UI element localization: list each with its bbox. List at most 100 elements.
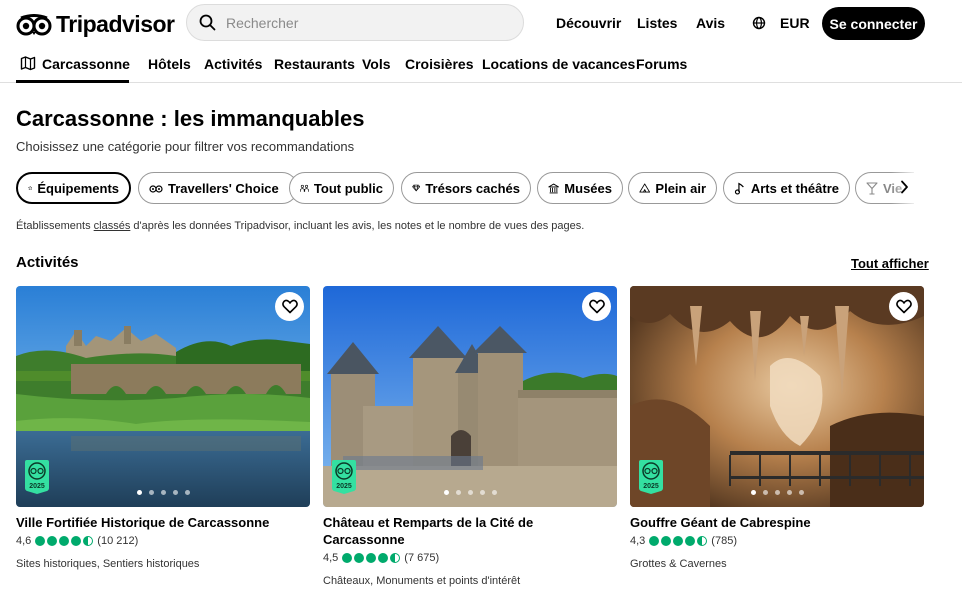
carousel-dot[interactable] (774, 490, 780, 495)
chip-plein-air[interactable]: Plein air (628, 172, 717, 204)
page-subtitle: Choisissez une catégorie pour filtrer vo… (16, 139, 355, 154)
attraction-card[interactable]: 2025 Gouffre Géant de Cabrespine 4,3 (78… (630, 286, 924, 570)
carousel-dot[interactable] (479, 490, 485, 495)
save-button[interactable] (275, 292, 304, 321)
card-photo[interactable]: 2025 (323, 286, 617, 507)
card-category: Châteaux, Monuments et points d'intérêt (323, 575, 521, 587)
chip-label: Plein air (655, 180, 706, 196)
nav-avis[interactable]: Avis (696, 15, 725, 31)
save-button[interactable] (582, 292, 611, 321)
review-count: (7 675) (404, 552, 440, 564)
carousel-dot[interactable] (184, 490, 190, 495)
signin-button[interactable]: Se connecter (822, 7, 925, 40)
chip-label: Arts et théâtre (750, 180, 839, 196)
carousel-dot[interactable] (443, 490, 449, 495)
chip-label: Travellers' Choice (168, 180, 279, 196)
carousel-dot[interactable] (750, 490, 756, 495)
save-button[interactable] (889, 292, 918, 321)
rating-score: 4,5 (323, 552, 339, 564)
owl-icon (149, 185, 163, 193)
section-title: Activités (16, 254, 79, 271)
svg-text:2025: 2025 (29, 483, 45, 490)
rating-score: 4,6 (16, 535, 32, 547)
carousel-dot[interactable] (148, 490, 154, 495)
tripadvisor-logo[interactable]: Tripadvisor (16, 11, 175, 38)
top-bar: Tripadvisor Découvrir Listes Avis EUR Se… (0, 0, 962, 44)
globe-icon[interactable] (752, 16, 766, 30)
card-category: Grottes & Cavernes (630, 558, 727, 570)
card-title[interactable]: Gouffre Géant de Cabrespine (630, 514, 924, 531)
chip-equipements[interactable]: Équipements (16, 172, 131, 204)
chip-label: Musées (564, 180, 612, 196)
heart-icon (281, 299, 298, 314)
star-icon (28, 185, 33, 190)
carousel-dot[interactable] (798, 490, 804, 495)
map-icon (20, 55, 36, 76)
heart-icon (895, 299, 912, 314)
chip-label: Trésors cachés (425, 180, 520, 196)
card-category: Sites historiques, Sentiers historiques (16, 558, 200, 570)
rating-row: 4,5 (7 675) (323, 551, 617, 565)
carousel-dot[interactable] (762, 490, 768, 495)
search-bar[interactable] (186, 4, 524, 41)
review-count: (10 212) (97, 535, 139, 547)
ranking-link[interactable]: classés (94, 220, 131, 232)
gem-icon (412, 184, 421, 192)
search-input[interactable] (226, 14, 506, 31)
card-title[interactable]: Château et Remparts de la Cité de Carcas… (323, 514, 617, 548)
ranking-note-after: d'après les données Tripadvisor, incluan… (130, 220, 585, 232)
photo-cave (630, 286, 924, 507)
logo-text: Tripadvisor (56, 11, 175, 37)
owl-logo-icon (16, 13, 52, 35)
subnav-locations[interactable]: Locations de vacances (482, 56, 635, 72)
sub-navigation: Carcassonne Hôtels Activités Restaurants… (0, 44, 962, 83)
review-count: (785) (711, 535, 737, 547)
rating-bubbles (649, 536, 708, 546)
carousel-dot[interactable] (467, 490, 473, 495)
chip-tout-public[interactable]: Tout public (289, 172, 394, 204)
carousel-dot[interactable] (786, 490, 792, 495)
rating-row: 4,3 (785) (630, 534, 924, 548)
page-title: Carcassonne : les immanquables (16, 106, 365, 131)
nav-decouvrir[interactable]: Découvrir (556, 15, 621, 31)
subnav-forums[interactable]: Forums (636, 56, 687, 72)
subnav-carcassonne[interactable]: Carcassonne (42, 56, 130, 72)
chip-tresors-caches[interactable]: Trésors cachés (401, 172, 531, 204)
carousel-dot[interactable] (160, 490, 166, 495)
chip-musees[interactable]: Musées (537, 172, 623, 204)
see-all-link[interactable]: Tout afficher (851, 256, 929, 271)
heart-icon (588, 299, 605, 314)
carousel-dot[interactable] (455, 490, 461, 495)
carousel-dot[interactable] (172, 490, 178, 495)
carousel-dots (323, 490, 617, 495)
cocktail-icon (866, 181, 878, 195)
carousel-dots (16, 490, 310, 495)
ranking-note: Établissements classés d'après les donné… (16, 220, 584, 232)
attraction-card[interactable]: 2025 Château et Remparts de la Cité de C… (323, 286, 617, 587)
carousel-dots (630, 490, 924, 495)
subnav-hotels[interactable]: Hôtels (148, 56, 191, 72)
chevron-right-icon[interactable] (900, 180, 909, 197)
attraction-card[interactable]: 2025 Ville Fortifiée Historique de Carca… (16, 286, 310, 570)
subnav-vols[interactable]: Vols (362, 56, 391, 72)
family-icon (300, 184, 309, 192)
rating-bubbles (35, 536, 94, 546)
card-photo[interactable]: 2025 (630, 286, 924, 507)
subnav-croisieres[interactable]: Croisières (405, 56, 473, 72)
ranking-note-before: Établissements (16, 220, 94, 232)
carousel-dot[interactable] (136, 490, 142, 495)
subnav-activites[interactable]: Activités (204, 56, 262, 72)
carousel-dot[interactable] (491, 490, 497, 495)
chip-travellers-choice[interactable]: Travellers' Choice (138, 172, 298, 204)
chip-arts-theatre[interactable]: Arts et théâtre (723, 172, 850, 204)
currency-selector[interactable]: EUR (780, 15, 810, 31)
music-icon (734, 182, 744, 195)
card-title[interactable]: Ville Fortifiée Historique de Carcassonn… (16, 514, 310, 531)
nav-listes[interactable]: Listes (637, 15, 677, 31)
card-photo[interactable]: 2025 (16, 286, 310, 507)
category-filter-chips: Équipements Travellers' Choice Tout publ… (16, 172, 914, 204)
chip-label: Tout public (313, 180, 383, 196)
rating-score: 4,3 (630, 535, 646, 547)
chip-label: Équipements (37, 180, 119, 196)
subnav-restaurants[interactable]: Restaurants (274, 56, 355, 72)
